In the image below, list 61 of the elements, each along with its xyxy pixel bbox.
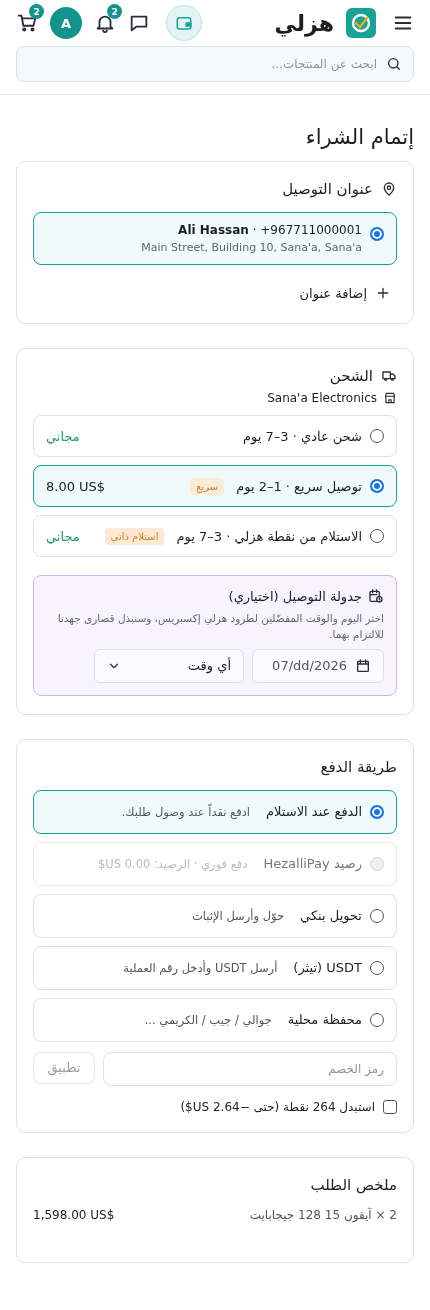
wallet-button[interactable] xyxy=(166,5,202,41)
checkbox[interactable] xyxy=(383,1099,397,1114)
price: مجاني xyxy=(46,428,80,444)
section-title: طريقة الدفع xyxy=(320,757,397,776)
payment-option[interactable]: محفظة محلية جوالي / جيب / الكريمي ... xyxy=(33,997,397,1042)
shipping-option[interactable]: شحن عادي · 3–7 يوم مجاني xyxy=(33,415,397,457)
tag: استلام ذاتي xyxy=(104,527,165,545)
option-note: ادفع نقداً عند وصول طلبك. xyxy=(121,804,251,819)
time-select[interactable]: أي وقت xyxy=(94,648,244,683)
payment-option[interactable]: تحويل بنكي حوّل وأرسل الإثبات xyxy=(33,893,397,938)
calendar-clock-icon xyxy=(368,588,384,604)
search-field[interactable]: ابحث عن المنتجات... xyxy=(16,46,414,82)
coupon-field[interactable]: رمز الخصم xyxy=(103,1051,397,1086)
option-note: حوّل وأرسل الإثبات xyxy=(192,908,285,923)
price: 8.00 US$ xyxy=(46,478,106,494)
option-note: دفع فوري · الرصيد: 0.00 US$ xyxy=(97,856,248,871)
location-pin-icon xyxy=(381,181,397,197)
add-address-link[interactable]: إضافة عنوان xyxy=(293,273,397,305)
option-label: الاستلام من نقطة هزلي · 3–7 يوم xyxy=(176,528,362,544)
calendar-icon xyxy=(355,657,371,674)
payment-option[interactable]: الدفع عند الاستلام ادفع نقداً عند وصول طلبك. xyxy=(33,789,397,834)
store-icon xyxy=(383,391,397,405)
wallet-icon xyxy=(175,14,193,32)
section-title: عنوان التوصيل xyxy=(282,180,373,198)
truck-icon xyxy=(381,368,397,384)
item-label: 2 × آيفون 15 128 جيجابايت xyxy=(249,1207,397,1222)
address-option[interactable]: Ali Hassan · +967711000001 Main Street, Building 10, Sana'a, Sana'a xyxy=(33,212,397,265)
option-label: شحن عادي · 3–7 يوم xyxy=(243,428,362,444)
item-price: 1,598.00 US$ xyxy=(33,1207,115,1222)
schedule-note: اختر اليوم والوقت المفضّلين لطرود هزلي إكسبريس، وسنبذل قصارى جهدنا للالتزام بهما. xyxy=(56,611,384,643)
tag: سريع xyxy=(190,477,225,495)
section-title: ملخص الطلب xyxy=(310,1175,397,1194)
plus-icon xyxy=(375,285,391,301)
payment-option[interactable]: USDT (تيثر) أرسل USDT وأدخل رقم العملية xyxy=(33,945,397,990)
option-label: توصيل سريع · 1–2 يوم xyxy=(236,478,362,494)
contact-line: Ali Hassan · +967711000001 xyxy=(177,223,362,237)
store-name: Sana'a Electronics xyxy=(267,391,377,405)
shipping-option[interactable]: الاستلام من نقطة هزلي · 3–7 يوم استلام ذاتي مجاني xyxy=(33,515,397,557)
notification-badge: 2 xyxy=(107,4,122,19)
page-title: إتمام الشراء xyxy=(304,125,414,149)
section-title: الشحن xyxy=(329,367,373,385)
radio-button[interactable] xyxy=(370,479,384,493)
points-label: استبدل 264 نقطة (حتى −2.64 US$) xyxy=(180,1099,375,1114)
search-icon xyxy=(386,56,402,72)
logo-icon[interactable] xyxy=(346,8,376,38)
option-label: محفظة محلية xyxy=(287,1012,362,1028)
cart-badge: 2 xyxy=(29,4,44,19)
date-field[interactable]: 07/dd/2026 xyxy=(252,648,384,683)
brand-name[interactable]: هزلي xyxy=(274,10,334,36)
radio-button[interactable] xyxy=(370,227,384,241)
radio-button[interactable] xyxy=(370,804,384,819)
option-label: تحويل بنكي xyxy=(300,908,362,924)
option-label: الدفع عند الاستلام xyxy=(266,804,362,820)
price: مجاني xyxy=(46,528,80,544)
option-note: جوالي / جيب / الكريمي ... xyxy=(144,1012,272,1027)
schedule-title: جدولة التوصيل (اختياري) xyxy=(228,588,362,604)
option-note: أرسل USDT وأدخل رقم العملية xyxy=(123,960,278,975)
option-label: USDT (تيثر) xyxy=(293,960,362,976)
avatar[interactable]: A xyxy=(50,7,82,39)
address-text: Main Street, Building 10, Sana'a, Sana'a xyxy=(141,241,362,254)
option-label: رصيد HezalliPay xyxy=(263,856,362,872)
